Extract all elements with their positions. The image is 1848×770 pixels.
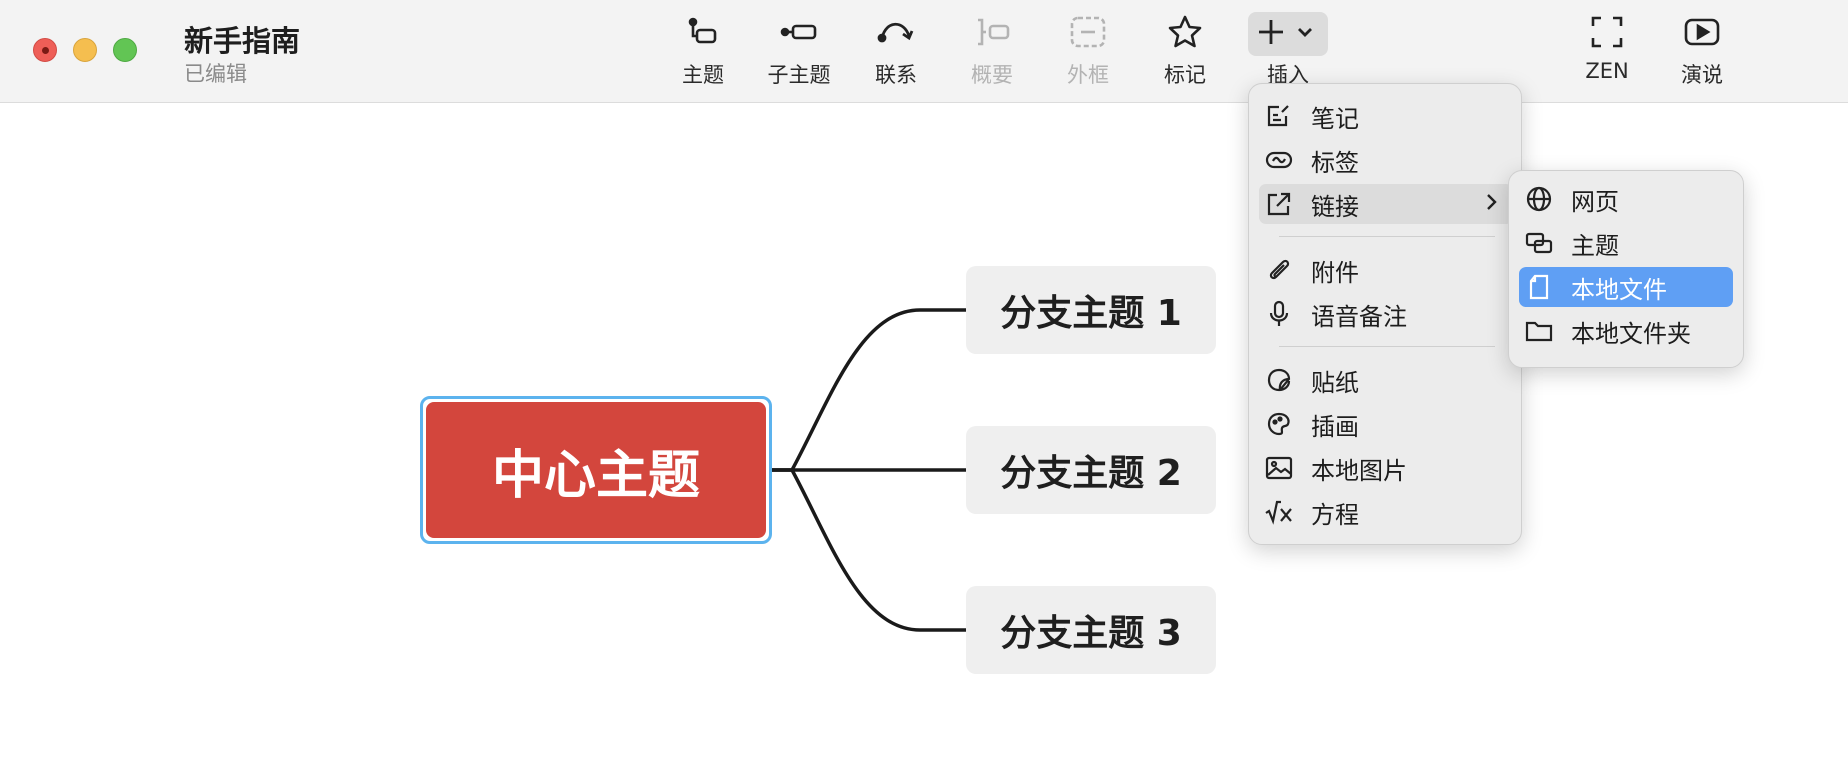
menu-separator — [1279, 346, 1495, 347]
submenu-item-local-folder[interactable]: 本地文件夹 — [1519, 311, 1733, 351]
submenu-item-topic[interactable]: 主题 — [1519, 223, 1733, 263]
chevron-right-icon — [1485, 192, 1499, 216]
file-icon — [1519, 273, 1559, 301]
branch-topic-3[interactable]: 分支主题 3 — [966, 586, 1216, 674]
note-icon — [1259, 103, 1299, 129]
submenu-item-webpage[interactable]: 网页 — [1519, 179, 1733, 219]
branch-topic-2[interactable]: 分支主题 2 — [966, 426, 1216, 514]
menu-item-local-image[interactable]: 本地图片 — [1259, 448, 1513, 488]
menu-separator — [1279, 236, 1495, 237]
menu-item-voice-note[interactable]: 语音备注 — [1259, 294, 1513, 334]
tag-icon — [1259, 149, 1299, 171]
microphone-icon — [1259, 300, 1299, 328]
link-submenu: 网页 主题 本地文件 本地文件夹 — [1508, 170, 1744, 368]
menu-item-link[interactable]: 链接 — [1259, 184, 1513, 224]
image-icon — [1259, 456, 1299, 480]
palette-icon — [1259, 411, 1299, 437]
globe-icon — [1519, 185, 1559, 213]
menu-item-equation[interactable]: 方程 — [1259, 492, 1513, 532]
insert-menu: 笔记 标签 链接 附件 语音备注 贴纸 插画 本地图片 方程 — [1248, 83, 1522, 545]
menu-item-note[interactable]: 笔记 — [1259, 96, 1513, 136]
menu-item-attachment[interactable]: 附件 — [1259, 250, 1513, 290]
topic-link-icon — [1519, 231, 1559, 255]
mindmap-connectors — [772, 308, 966, 632]
submenu-item-local-file[interactable]: 本地文件 — [1519, 267, 1733, 307]
central-topic-label: 中心主题 — [426, 402, 766, 538]
branch-topic-1[interactable]: 分支主题 1 — [966, 266, 1216, 354]
menu-item-label[interactable]: 标签 — [1259, 140, 1513, 180]
menu-item-illustration[interactable]: 插画 — [1259, 404, 1513, 444]
folder-icon — [1519, 319, 1559, 343]
external-link-icon — [1259, 191, 1299, 217]
paperclip-icon — [1259, 257, 1299, 283]
equation-icon — [1259, 499, 1299, 525]
menu-item-sticker[interactable]: 贴纸 — [1259, 360, 1513, 400]
central-topic[interactable]: 中心主题 — [420, 396, 772, 544]
sticker-icon — [1259, 367, 1299, 393]
